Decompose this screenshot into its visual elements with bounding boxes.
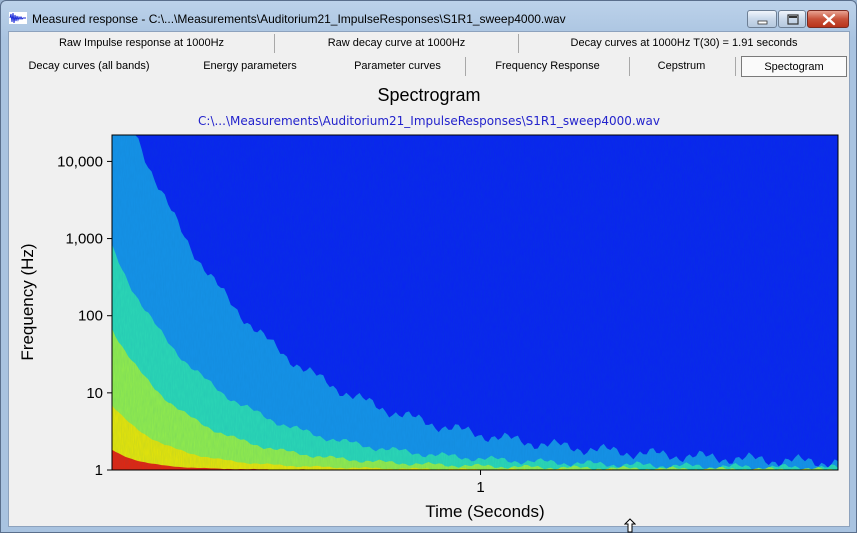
- maximize-button[interactable]: [778, 10, 806, 28]
- y-axis: 1 10 100 1,000 10,000: [57, 153, 112, 479]
- mouse-cursor-icon: [624, 518, 636, 533]
- measured-response-window: Measured response - C:\...\Measurements\…: [0, 0, 857, 533]
- texture-overlay: [112, 135, 838, 470]
- close-icon: [822, 13, 836, 26]
- y-tick-label: 10: [86, 385, 103, 402]
- y-axis-label: Frequency (Hz): [18, 243, 37, 360]
- y-tick-label: 1,000: [65, 231, 103, 248]
- x-tick-label: 1: [476, 479, 484, 496]
- close-button[interactable]: [807, 10, 849, 28]
- title-bar[interactable]: Measured response - C:\...\Measurements\…: [1, 1, 856, 31]
- x-axis-label: Time (Seconds): [425, 502, 544, 521]
- waveform-icon: [9, 12, 27, 24]
- window-title: Measured response - C:\...\Measurements\…: [32, 12, 566, 26]
- maximize-icon: [787, 14, 799, 25]
- client-area: Raw Impulse response at 1000Hz Raw decay…: [8, 31, 850, 527]
- y-tick-label: 100: [78, 308, 103, 325]
- minimize-button[interactable]: [747, 10, 777, 28]
- x-axis: 1: [476, 470, 485, 496]
- y-tick-label: 10,000: [57, 153, 103, 170]
- y-tick-label: 1: [95, 462, 103, 479]
- spectrogram-chart: 1 10 100 1,000 10,000 1 Time (Seconds) Frequ…: [18, 134, 839, 521]
- minimize-icon: [757, 20, 768, 25]
